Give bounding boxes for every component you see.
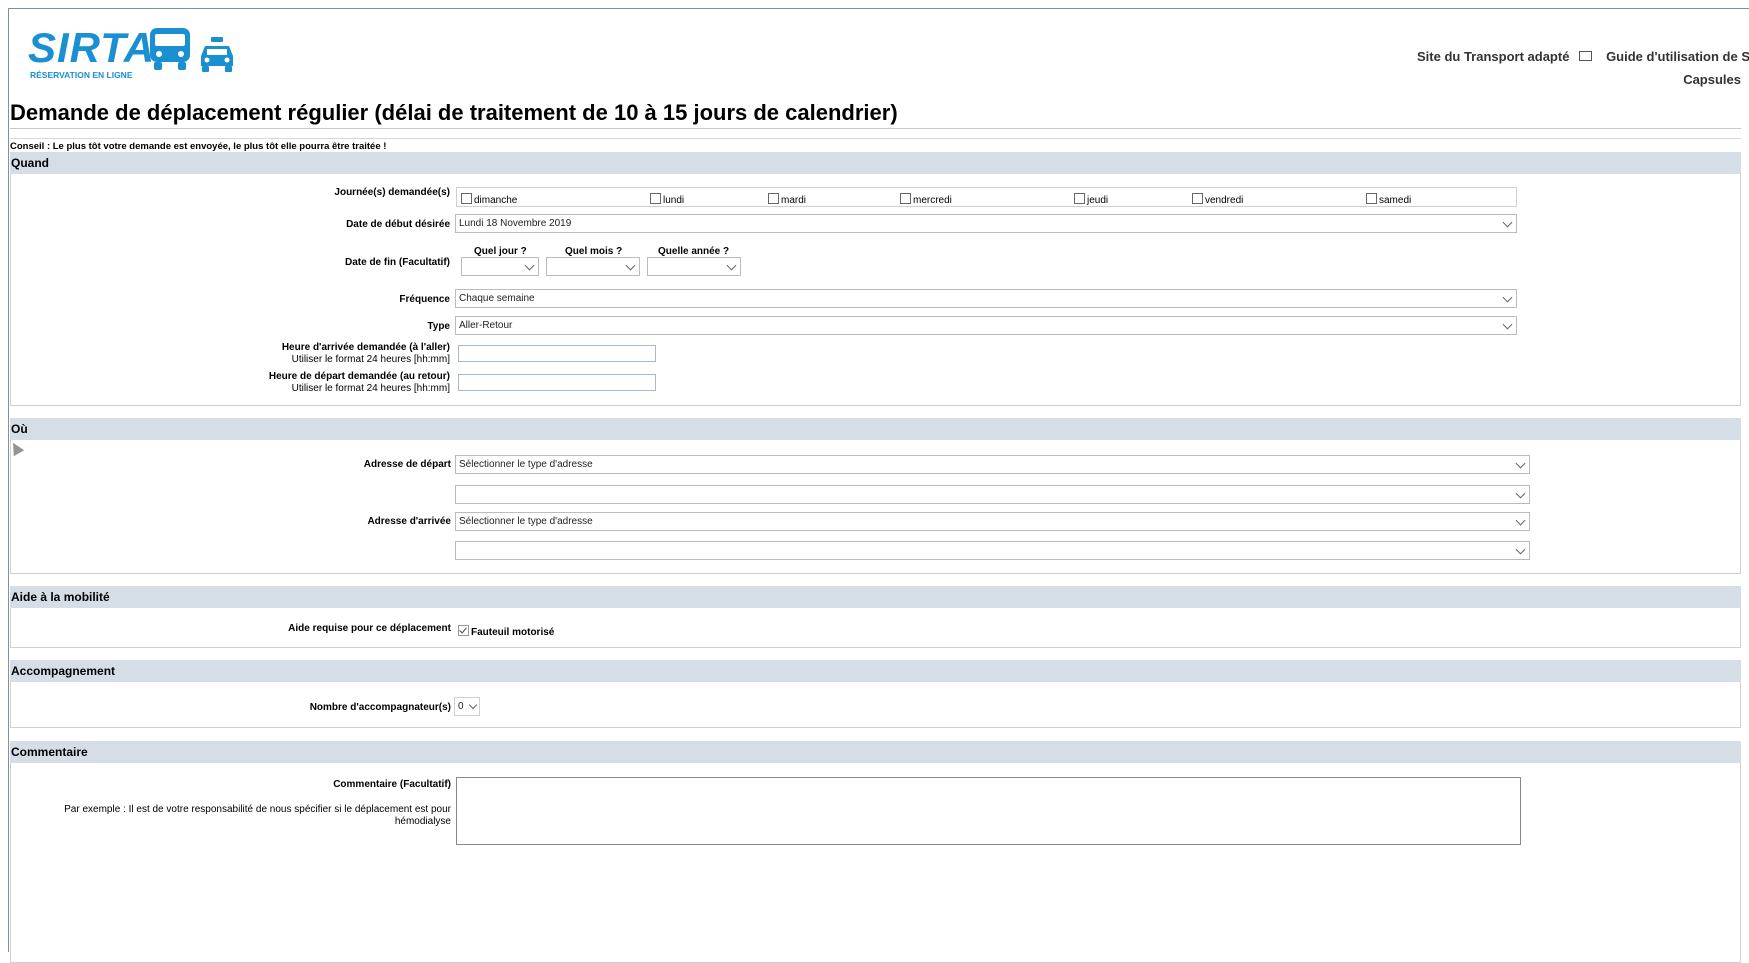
departure-time-input[interactable] — [458, 374, 656, 391]
comment-textarea[interactable] — [456, 777, 1521, 845]
start-date-select[interactable]: Lundi 18 Novembre 2019 — [455, 214, 1517, 233]
section-accompagnement — [10, 682, 1741, 728]
chevron-down-icon — [1502, 292, 1513, 303]
chevron-down-icon — [1515, 544, 1526, 555]
divider — [10, 128, 1741, 129]
end-date-label: Date de fin (Facultatif) — [344, 257, 450, 268]
companions-label: Nombre d'accompagnateur(s) — [309, 702, 451, 713]
chevron-down-icon — [1502, 217, 1513, 228]
col-day-label: Quel jour ? — [474, 246, 527, 257]
arrival-time-hint: Utiliser le format 24 heures [hh:mm] — [291, 354, 450, 365]
logo-subtitle: RÉSERVATION EN LIGNE — [30, 70, 133, 80]
section-header-ou: Où — [10, 418, 1741, 440]
link-guide[interactable]: Guide d'utilisation de SIR — [1606, 49, 1749, 64]
checkbox-box[interactable] — [1366, 193, 1377, 204]
col-month-label: Quel mois ? — [565, 246, 623, 257]
end-year-select[interactable] — [647, 257, 741, 276]
checkbox-box-checked[interactable] — [458, 625, 469, 636]
chevron-down-icon — [468, 700, 478, 710]
external-link-icon — [1579, 51, 1593, 61]
checkbox-mercredi[interactable]: mercredi — [900, 193, 952, 206]
checkbox-box[interactable] — [900, 193, 911, 204]
checkbox-samedi[interactable]: samedi — [1366, 193, 1411, 206]
checkbox-box[interactable] — [1192, 193, 1203, 204]
section-header-accompagnement: Accompagnement — [10, 660, 1741, 682]
frequency-label: Fréquence — [399, 294, 450, 305]
end-day-select[interactable] — [461, 257, 539, 276]
comment-label: Commentaire (Facultatif) — [333, 779, 451, 790]
bus-icon — [150, 28, 190, 70]
checkbox-fauteuil-motorise[interactable]: Fauteuil motorisé — [458, 625, 554, 638]
chevron-down-icon — [1515, 488, 1526, 499]
checkbox-box[interactable] — [1074, 193, 1085, 204]
arrival-time-label: Heure d'arrivée demandée (à l'aller) Util… — [281, 342, 450, 365]
divider — [10, 138, 1741, 139]
days-checkbox-row: dimanche lundi mardi mercredi jeudi vend… — [456, 187, 1517, 207]
comment-example: Par exemple : Il est de votre responsabi… — [64, 804, 451, 827]
start-date-label: Date de début désirée — [346, 219, 450, 230]
checkbox-box[interactable] — [650, 193, 661, 204]
chevron-down-icon — [1515, 515, 1526, 526]
logo-text: SIRTA — [28, 24, 156, 71]
type-label: Type — [427, 321, 450, 332]
checkbox-jeudi[interactable]: jeudi — [1074, 193, 1108, 206]
col-year-label: Quelle année ? — [658, 246, 730, 257]
departure-address-label: Adresse de départ — [363, 459, 451, 470]
chevron-down-icon — [625, 260, 636, 271]
section-header-aide: Aide à la mobilité — [10, 586, 1741, 608]
checkbox-mardi[interactable]: mardi — [768, 193, 806, 206]
arrival-time-input[interactable] — [458, 345, 656, 362]
departure-address-select[interactable] — [455, 485, 1530, 504]
mobility-aid-label: Aide requise pour ce déplacement — [288, 623, 451, 634]
checkbox-dimanche[interactable]: dimanche — [461, 193, 517, 206]
checkbox-box[interactable] — [768, 193, 779, 204]
top-links: Site du Transport adapté Guide d'utilisa… — [1407, 49, 1749, 64]
end-month-select[interactable] — [546, 257, 640, 276]
section-aide — [10, 608, 1741, 648]
frequency-select[interactable]: Chaque semaine — [455, 289, 1517, 308]
chevron-down-icon — [726, 260, 737, 271]
chevron-down-icon — [1515, 458, 1526, 469]
departure-time-label: Heure de départ demandée (au retour) Util… — [268, 371, 450, 394]
chevron-down-icon — [524, 260, 535, 271]
section-header-quand: Quand — [10, 152, 1741, 174]
departure-address-type-select[interactable]: Sélectionner le type d'adresse — [455, 455, 1530, 474]
section-header-commentaire: Commentaire — [10, 741, 1741, 763]
taxi-icon — [201, 37, 233, 72]
link-transport-adapte[interactable]: Site du Transport adapté — [1417, 49, 1593, 64]
checkbox-lundi[interactable]: lundi — [650, 193, 684, 206]
companions-select[interactable]: 0 — [454, 697, 480, 716]
page-title: Demande de déplacement régulier (délai d… — [10, 100, 898, 125]
sirta-logo[interactable]: SIRTA RÉSERVATION EN LIGNE — [28, 24, 268, 86]
advice-text: Conseil : Le plus tôt votre demande est … — [10, 141, 387, 152]
arrival-address-label: Adresse d'arrivée — [367, 516, 451, 527]
type-select[interactable]: Aller-Retour — [455, 316, 1517, 335]
arrival-address-select[interactable] — [455, 541, 1530, 560]
departure-time-hint: Utiliser le format 24 heures [hh:mm] — [291, 383, 450, 394]
arrival-address-type-select[interactable]: Sélectionner le type d'adresse — [455, 512, 1530, 531]
checkbox-box[interactable] — [461, 193, 472, 204]
chevron-down-icon — [1502, 319, 1513, 330]
checkbox-vendredi[interactable]: vendredi — [1192, 193, 1243, 206]
link-capsules[interactable]: Capsules — [1683, 72, 1741, 87]
days-label: Journée(s) demandée(s) — [334, 187, 450, 198]
